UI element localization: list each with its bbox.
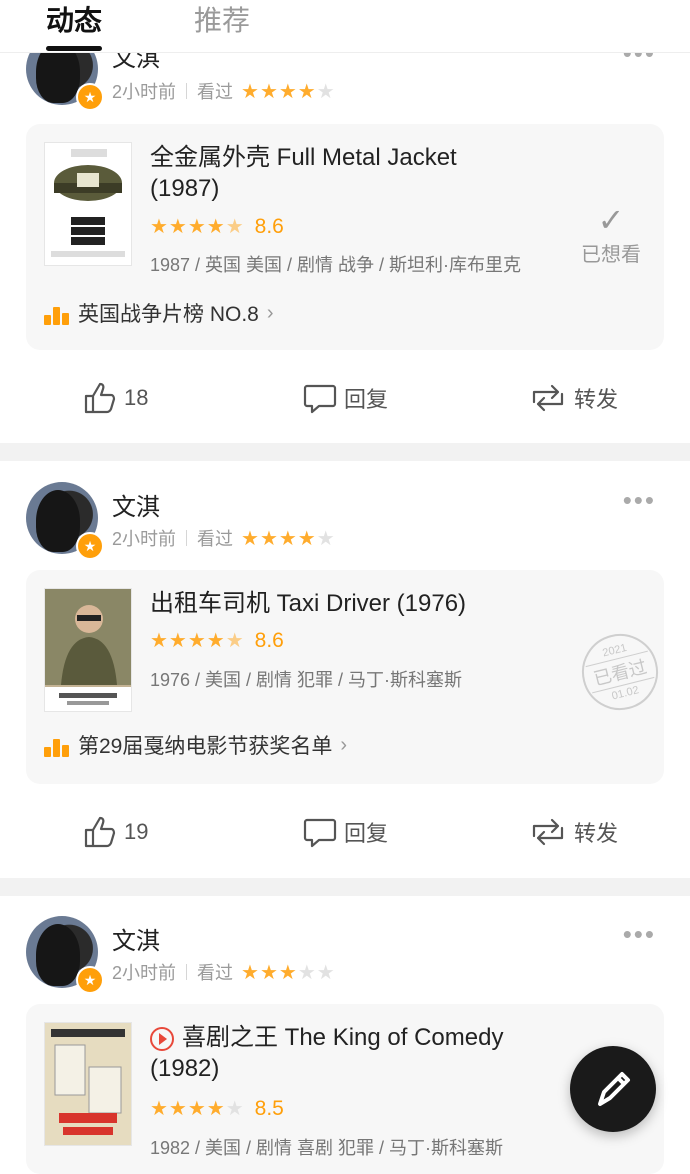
like-count: 19 [124,819,149,844]
check-icon: ✓ [597,202,625,238]
share-label: 转发 [574,821,619,846]
post-action: 看过 [197,529,234,549]
post-time: 2小时前 [112,82,177,102]
movie-card[interactable]: 喜剧之王 The King of Comedy (1982) ★★★★★ 8.5… [26,1004,664,1174]
post-time: 2小时前 [112,529,177,549]
share-label: 转发 [574,387,619,412]
comment-icon [303,818,337,848]
post-actions: 18 回复 转发 [0,380,690,420]
movie-score: 8.5 [254,1096,284,1120]
watched-seal: 2021 已看过 01.02 [573,625,667,719]
verified-badge-icon: ★ [76,532,104,560]
chevron-right-icon: › [266,301,274,324]
movie-stars: ★★★★★ [150,1098,245,1120]
movie-title[interactable]: 喜剧之王 The King of Comedy (1982) [150,1022,530,1084]
movie-poster[interactable] [44,588,132,712]
like-button[interactable]: 19 [82,814,148,850]
movie-poster[interactable] [44,1022,132,1146]
movie-score: 8.6 [254,628,284,652]
share-button[interactable]: 转发 [528,380,618,416]
user-rating-stars: ★★★★★ [241,527,336,550]
post-meta: 2小时前 看过 ★★★★★ [112,78,336,104]
post-divider [0,878,690,896]
verified-badge-icon: ★ [76,966,104,994]
want-status: 已想看 [581,244,641,266]
repost-icon [532,384,564,412]
tab-recommend[interactable]: 推荐 [194,4,250,38]
reply-button[interactable]: 回复 [302,380,388,416]
ranking-text: 第29届戛纳电影节获奖名单 [78,735,333,758]
like-count: 18 [124,385,149,410]
thumbs-up-icon [84,382,116,414]
like-button[interactable]: 18 [82,380,148,416]
movie-card[interactable]: 出租车司机 Taxi Driver (1976) ★★★★★ 8.6 1976 … [26,570,667,784]
more-icon[interactable]: ••• [623,485,656,516]
tab-indicator [46,46,102,51]
post-action: 看过 [197,963,234,983]
movie-rating: ★★★★★ 8.5 [150,1096,284,1121]
movie-title[interactable]: 全金属外壳 Full Metal Jacket (1987) [150,142,530,204]
user-rating-stars: ★★★★★ [241,961,336,984]
top-tab-bar: 动态 推荐 [0,0,690,53]
ranking-text: 英国战争片榜 NO.8 [78,303,259,326]
play-icon[interactable] [150,1026,174,1051]
movie-info: 1982 / 美国 / 剧情 喜剧 犯罪 / 马丁·斯科塞斯 [150,1138,504,1158]
username[interactable]: 文淇 [112,921,160,956]
post-meta: 2小时前 看过 ★★★★★ [112,959,336,985]
movie-stars: ★★★★★ [150,216,245,238]
ranking-link[interactable]: 英国战争片榜 NO.8 › [44,298,274,328]
username[interactable]: 文淇 [112,487,160,522]
want-to-watch-button[interactable]: ✓ 已想看 [576,202,646,267]
reply-label: 回复 [344,821,389,846]
verified-badge-icon: ★ [76,83,104,111]
chevron-right-icon: › [340,733,348,756]
pen-icon [598,1072,630,1106]
ranking-link[interactable]: 第29届戛纳电影节获奖名单 › [44,730,347,760]
more-icon[interactable]: ••• [623,919,656,950]
feed-post: ★ 文淇 ••• 2小时前 看过 ★★★★★ 全金属外壳 Full Metal … [0,0,690,442]
avatar[interactable]: ★ [26,482,104,560]
reply-button[interactable]: 回复 [302,814,388,850]
post-action: 看过 [197,82,234,102]
feed-post: ★ 文淇 ••• 2小时前 看过 ★★★★★ 出租车司机 Taxi Driver… [0,461,690,878]
movie-title[interactable]: 出租车司机 Taxi Driver (1976) [150,588,530,619]
movie-score: 8.6 [254,214,284,238]
movie-rating: ★★★★★ 8.6 [150,628,284,653]
repost-icon [532,818,564,846]
movie-rating: ★★★★★ 8.6 [150,214,284,239]
movie-card[interactable]: 全金属外壳 Full Metal Jacket (1987) ★★★★★ 8.6… [26,124,664,350]
compose-button[interactable] [570,1046,656,1132]
post-divider [0,443,690,461]
movie-info: 1987 / 英国 美国 / 剧情 战争 / 斯坦利·库布里克 [150,255,522,275]
comment-icon [303,384,337,414]
avatar[interactable]: ★ [26,916,104,994]
ranking-icon [44,301,70,325]
post-time: 2小时前 [112,963,177,983]
post-meta: 2小时前 看过 ★★★★★ [112,525,336,551]
post-actions: 19 回复 转发 [0,814,690,854]
thumbs-up-icon [84,816,116,848]
reply-label: 回复 [344,387,389,412]
tab-feed[interactable]: 动态 [46,4,102,38]
movie-stars: ★★★★★ [150,630,245,652]
ranking-icon [44,733,70,757]
user-rating-stars: ★★★★★ [241,80,336,103]
share-button[interactable]: 转发 [528,814,618,850]
movie-info: 1976 / 美国 / 剧情 犯罪 / 马丁·斯科塞斯 [150,670,463,690]
movie-poster[interactable] [44,142,132,266]
